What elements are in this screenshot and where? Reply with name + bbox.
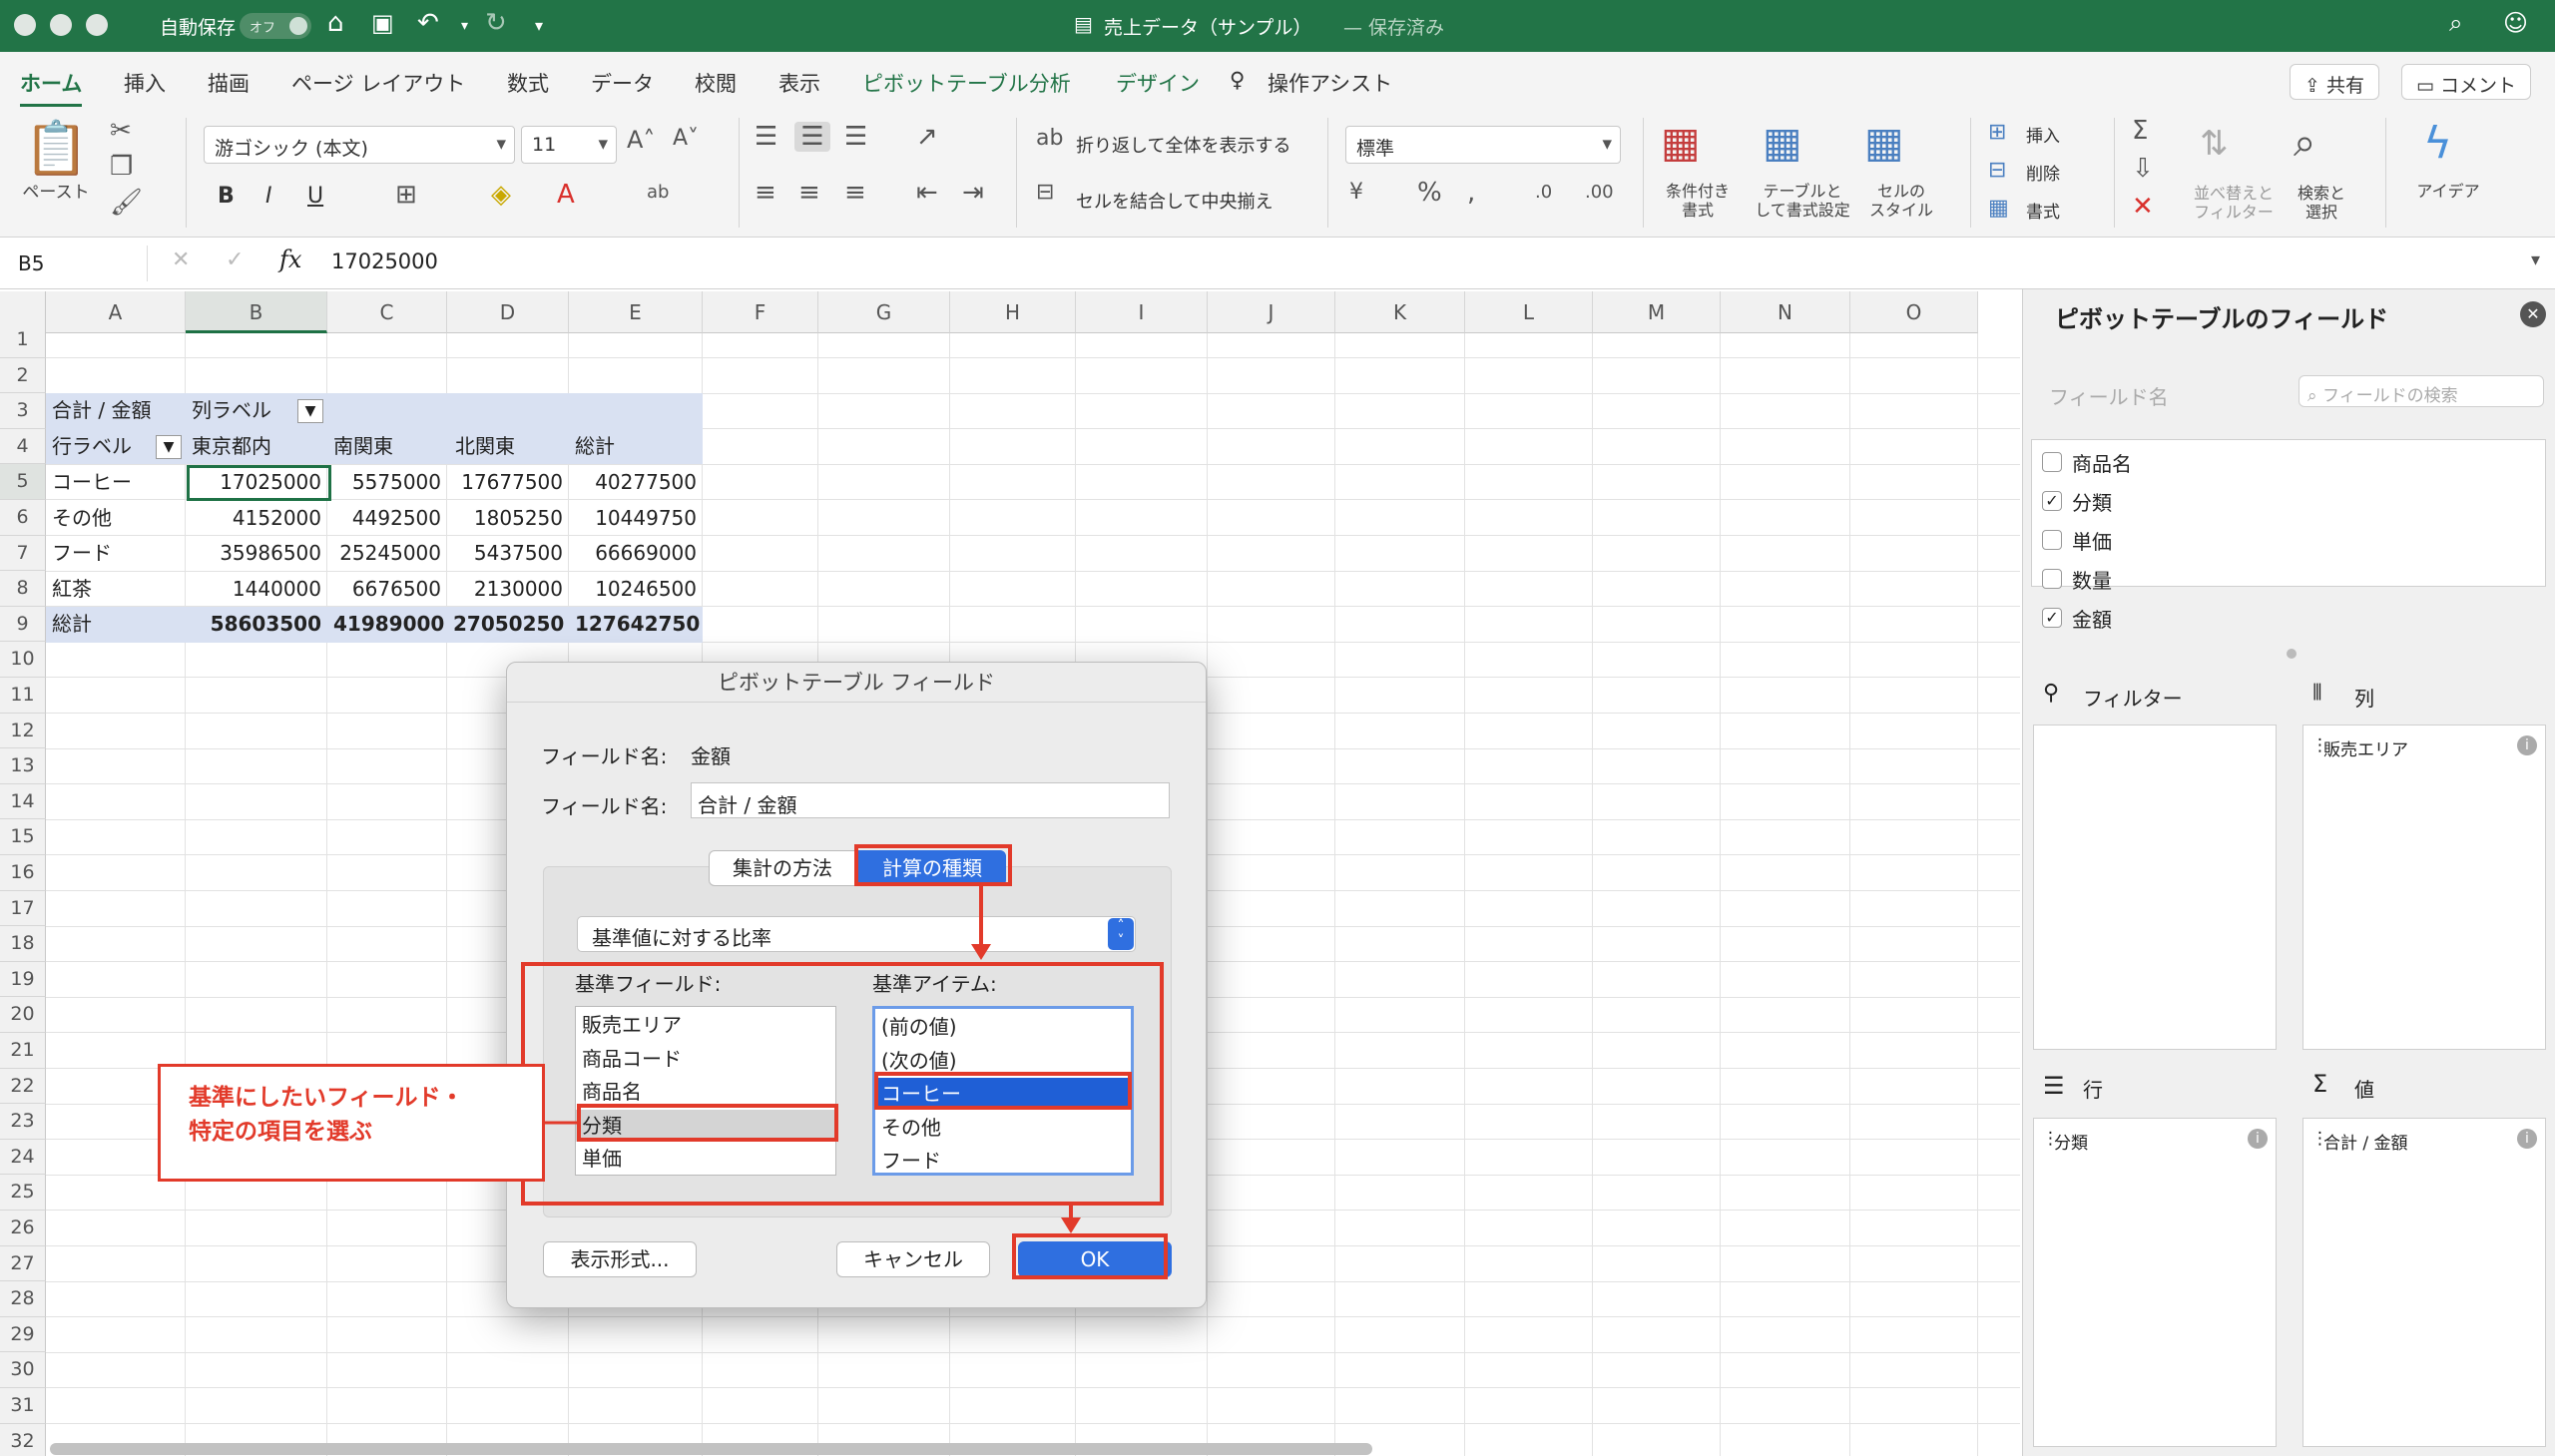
annotation-callout: 基準にしたいフィールド・ 特定の項目を選ぶ (158, 1064, 545, 1182)
callout-line-2: 特定の項目を選ぶ (189, 1119, 372, 1145)
annotation-arrows (545, 886, 1081, 1233)
callout-line-1: 基準にしたいフィールド・ (189, 1085, 464, 1111)
